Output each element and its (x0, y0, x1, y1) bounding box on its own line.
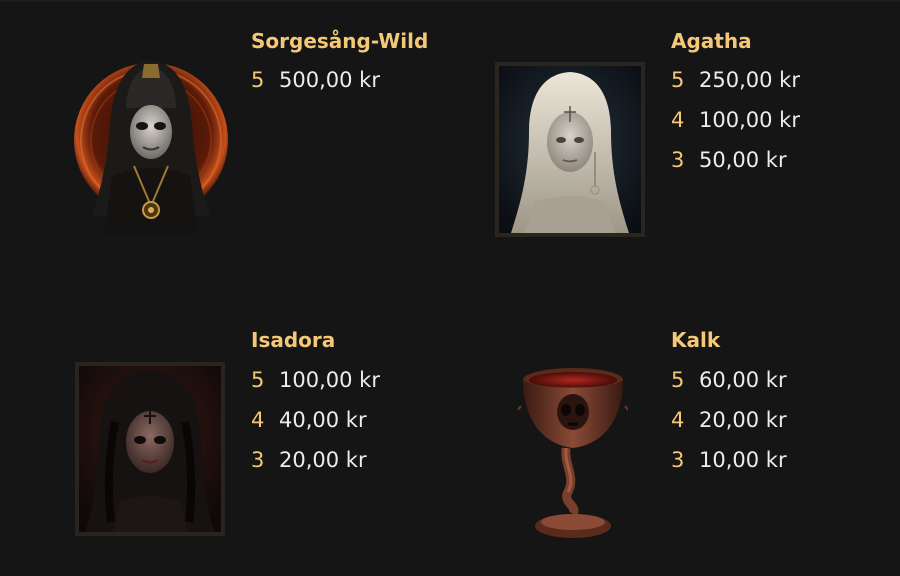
payout-amount: 500,00 kr (279, 68, 380, 92)
payout-row: 3 20,00 kr (251, 447, 367, 473)
payout-count: 5 (251, 368, 265, 392)
hooded-wild-figure-icon (72, 56, 230, 234)
payout-amount: 20,00 kr (279, 448, 367, 472)
symbol-title: Sorgesång-Wild (251, 29, 429, 53)
payout-amount: 10,00 kr (699, 448, 787, 472)
payout-count: 4 (251, 408, 265, 432)
payout-count: 5 (671, 368, 685, 392)
payout-amount: 40,00 kr (279, 408, 367, 432)
payout-amount: 50,00 kr (699, 148, 787, 172)
payout-row: 5 100,00 kr (251, 367, 380, 393)
payout-row: 5 500,00 kr (251, 67, 380, 93)
dark-haired-woman-portrait-icon (75, 362, 225, 536)
payout-count: 5 (251, 68, 265, 92)
payout-amount: 100,00 kr (699, 108, 800, 132)
payout-count: 4 (671, 408, 685, 432)
payout-count: 4 (671, 108, 685, 132)
pale-woman-portrait-icon (495, 62, 645, 237)
symbol-title: Agatha (671, 29, 752, 53)
payout-row: 3 50,00 kr (671, 147, 787, 173)
payout-count: 3 (671, 148, 685, 172)
paytable-page: Sorgesång-Wild 5 500,00 kr Agatha 5 250,… (0, 0, 900, 576)
symbol-title: Isadora (251, 328, 336, 352)
payout-row: 3 10,00 kr (671, 447, 787, 473)
payout-row: 4 20,00 kr (671, 407, 787, 433)
payout-row: 4 40,00 kr (251, 407, 367, 433)
payout-row: 5 250,00 kr (671, 67, 800, 93)
payout-amount: 100,00 kr (279, 368, 380, 392)
payout-row: 5 60,00 kr (671, 367, 787, 393)
payout-count: 5 (671, 68, 685, 92)
symbol-title: Kalk (671, 328, 721, 352)
payout-amount: 250,00 kr (699, 68, 800, 92)
payout-amount: 60,00 kr (699, 368, 787, 392)
payout-count: 3 (251, 448, 265, 472)
skull-chalice-icon (518, 366, 628, 542)
payout-row: 4 100,00 kr (671, 107, 800, 133)
payout-count: 3 (671, 448, 685, 472)
top-divider (0, 0, 900, 2)
payout-amount: 20,00 kr (699, 408, 787, 432)
